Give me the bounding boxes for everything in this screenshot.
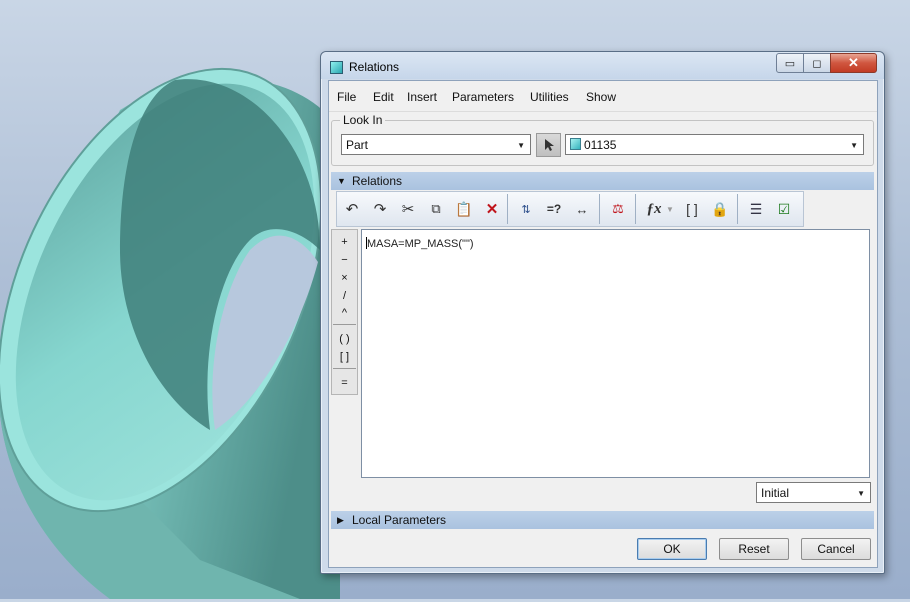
part-icon: [570, 138, 581, 150]
relations-editor-text: MASA=MP_MASS(""): [366, 237, 474, 250]
power-operator-button[interactable]: ^: [332, 307, 357, 319]
look-in-type-value: Part: [346, 138, 369, 152]
maximize-icon: ◻: [812, 57, 822, 70]
equals-operator-button[interactable]: =: [332, 377, 357, 389]
lock-icon[interactable]: 🔒: [709, 198, 731, 220]
select-model-button[interactable]: [536, 133, 561, 157]
menu-parameters[interactable]: Parameters: [452, 90, 514, 104]
operator-separator: [333, 324, 356, 325]
verify-relations-icon[interactable]: ☑: [773, 198, 795, 220]
sort-relations-icon[interactable]: ⇅: [515, 198, 537, 220]
sort-order-value: Initial: [761, 486, 790, 500]
brackets-button[interactable]: [ ]: [332, 351, 357, 363]
relation-line: MASA=MP_MASS(""): [367, 238, 474, 250]
chevron-down-icon: ▼: [857, 489, 865, 498]
paste-icon[interactable]: 📋: [453, 198, 475, 220]
close-icon: ✕: [848, 55, 859, 70]
menu-utilities[interactable]: Utilities: [530, 90, 569, 104]
function-icon[interactable]: ƒx: [643, 198, 665, 220]
copy-icon[interactable]: ⧉: [425, 198, 447, 220]
minimize-button[interactable]: ▭: [776, 53, 804, 73]
plus-operator-button[interactable]: +: [332, 236, 357, 248]
minimize-icon: ▭: [784, 57, 796, 70]
close-button[interactable]: ✕: [830, 53, 877, 73]
relations-dialog: Relations ▭ ◻ ✕ File Edit Insert Paramet…: [320, 51, 885, 574]
sort-order-select[interactable]: Initial ▼: [756, 482, 871, 503]
menu-bar: File Edit Insert Parameters Utilities Sh…: [329, 81, 877, 112]
toolbar-separator: [635, 194, 636, 224]
toolbar-separator: [737, 194, 738, 224]
chevron-down-icon: ▼: [517, 141, 525, 150]
minus-operator-button[interactable]: −: [332, 254, 357, 266]
maximize-button[interactable]: ◻: [803, 53, 831, 73]
divide-operator-button[interactable]: /: [332, 290, 357, 302]
app-icon: [330, 61, 343, 74]
look-in-model-select[interactable]: 01135 ▼: [565, 134, 864, 155]
ok-button[interactable]: OK: [637, 538, 707, 560]
operator-palette: + − × / ^ ( ) [ ] =: [331, 229, 358, 395]
chevron-down-icon: ▼: [850, 141, 858, 150]
parentheses-button[interactable]: ( ): [332, 333, 357, 345]
reset-button[interactable]: Reset: [719, 538, 789, 560]
multiply-operator-button[interactable]: ×: [332, 272, 357, 284]
look-in-label: Look In: [340, 113, 386, 127]
evaluate-icon[interactable]: =?: [543, 198, 565, 220]
delete-icon[interactable]: ✕: [481, 198, 503, 220]
collapse-triangle-icon: ▼: [337, 176, 346, 186]
cancel-button[interactable]: Cancel: [801, 538, 871, 560]
arrow-cursor-icon: [544, 139, 554, 151]
function-dropdown-icon[interactable]: ▼: [664, 198, 676, 220]
look-in-type-select[interactable]: Part ▼: [341, 134, 531, 155]
relations-editor[interactable]: MASA=MP_MASS(""): [361, 229, 870, 478]
local-parameters-icon[interactable]: ☰: [745, 198, 767, 220]
cut-icon[interactable]: ✂: [397, 198, 419, 220]
look-in-group: Look In Part ▼ 01135 ▼: [331, 113, 874, 166]
array-brackets-icon[interactable]: [ ]: [681, 198, 703, 220]
toolbar-separator: [507, 194, 508, 224]
relations-section-header[interactable]: ▼ Relations: [331, 172, 874, 190]
expand-triangle-icon: ▶: [337, 515, 344, 525]
toolbar-separator: [599, 194, 600, 224]
title-bar[interactable]: Relations ▭ ◻ ✕: [321, 52, 884, 79]
menu-insert[interactable]: Insert: [407, 90, 437, 104]
dimension-display-icon[interactable]: ↔: [571, 198, 593, 220]
menu-show[interactable]: Show: [586, 90, 616, 104]
menu-file[interactable]: File: [337, 90, 356, 104]
menu-edit[interactable]: Edit: [373, 90, 394, 104]
relations-section-label: Relations: [352, 174, 403, 188]
local-parameters-section-header[interactable]: ▶ Local Parameters: [331, 511, 874, 529]
redo-icon[interactable]: ↷: [369, 198, 391, 220]
look-in-model-value: 01135: [584, 138, 617, 152]
relations-toolbar: ↶ ↷ ✂ ⧉ 📋 ✕ ⇅ =? ↔ ⚖ ƒx ▼ [ ] 🔒 ☰ ☑: [336, 191, 804, 227]
verify-units-icon[interactable]: ⚖: [607, 198, 629, 220]
undo-icon[interactable]: ↶: [341, 198, 363, 220]
operator-separator: [333, 368, 356, 369]
local-parameters-section-label: Local Parameters: [352, 513, 447, 527]
dialog-client-area: File Edit Insert Parameters Utilities Sh…: [328, 80, 878, 568]
window-title: Relations: [349, 60, 400, 74]
